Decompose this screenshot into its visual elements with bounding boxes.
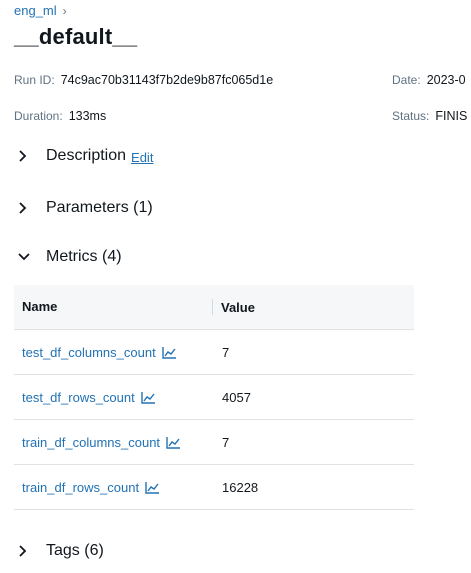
section-parameters[interactable]: Parameters (1): [14, 197, 153, 219]
date-meta: Date: 2023-0: [392, 73, 466, 87]
metric-name-link[interactable]: train_df_rows_count: [22, 480, 139, 495]
line-chart-icon[interactable]: [145, 481, 160, 494]
table-row: train_df_columns_count 7: [14, 420, 414, 465]
page-title: __default__: [14, 24, 138, 49]
line-chart-icon[interactable]: [166, 436, 181, 449]
duration-value: 133ms: [68, 109, 107, 123]
metric-value: 16228: [222, 479, 259, 495]
metric-name-link[interactable]: train_df_columns_count: [22, 435, 160, 450]
metric-value: 7: [222, 344, 230, 360]
breadcrumb: eng_ml ›: [14, 3, 67, 18]
metric-value: 7: [222, 434, 230, 450]
table-row: train_df_rows_count 16228: [14, 465, 414, 510]
line-chart-icon[interactable]: [162, 346, 177, 359]
section-metrics[interactable]: Metrics (4): [14, 246, 122, 268]
metric-name-link[interactable]: test_df_columns_count: [22, 345, 156, 360]
section-tags[interactable]: Tags (6): [14, 540, 104, 562]
date-value: 2023-0: [426, 73, 466, 87]
section-tags-title[interactable]: Tags (6): [46, 542, 104, 560]
breadcrumb-chevron-icon: ›: [62, 3, 67, 18]
date-label: Date:: [392, 73, 421, 87]
metrics-table-header: Name Value: [14, 285, 414, 330]
breadcrumb-experiment-link[interactable]: eng_ml: [14, 3, 57, 18]
status-meta: Status: FINIS: [392, 109, 467, 123]
metrics-table: Name Value test_df_columns_count 7 test_…: [14, 285, 414, 510]
column-header-value[interactable]: Value: [213, 300, 255, 315]
section-parameters-title[interactable]: Parameters (1): [46, 199, 153, 217]
status-value: FINIS: [435, 109, 468, 123]
section-description[interactable]: Description Edit: [14, 145, 153, 167]
duration-label: Duration:: [14, 109, 63, 123]
chevron-right-icon[interactable]: [18, 197, 40, 219]
chevron-right-icon[interactable]: [18, 145, 40, 167]
run-id-meta: Run ID: 74c9ac70b31143f7b2de9b87fc065d1e: [14, 73, 273, 87]
table-row: test_df_columns_count 7: [14, 330, 414, 375]
section-metrics-title[interactable]: Metrics (4): [46, 248, 122, 266]
section-description-title[interactable]: Description: [46, 147, 126, 165]
run-id-label: Run ID:: [14, 73, 55, 87]
column-header-name[interactable]: Name: [14, 299, 213, 315]
metric-name-link[interactable]: test_df_rows_count: [22, 390, 135, 405]
description-edit-link[interactable]: Edit: [131, 150, 153, 165]
metric-value: 4057: [222, 389, 251, 405]
chevron-down-icon[interactable]: [18, 246, 40, 268]
line-chart-icon[interactable]: [141, 391, 156, 404]
duration-meta: Duration: 133ms: [14, 109, 106, 123]
chevron-right-icon[interactable]: [18, 540, 40, 562]
run-id-value: 74c9ac70b31143f7b2de9b87fc065d1e: [60, 73, 274, 87]
table-row: test_df_rows_count 4057: [14, 375, 414, 420]
status-label: Status:: [392, 109, 430, 123]
